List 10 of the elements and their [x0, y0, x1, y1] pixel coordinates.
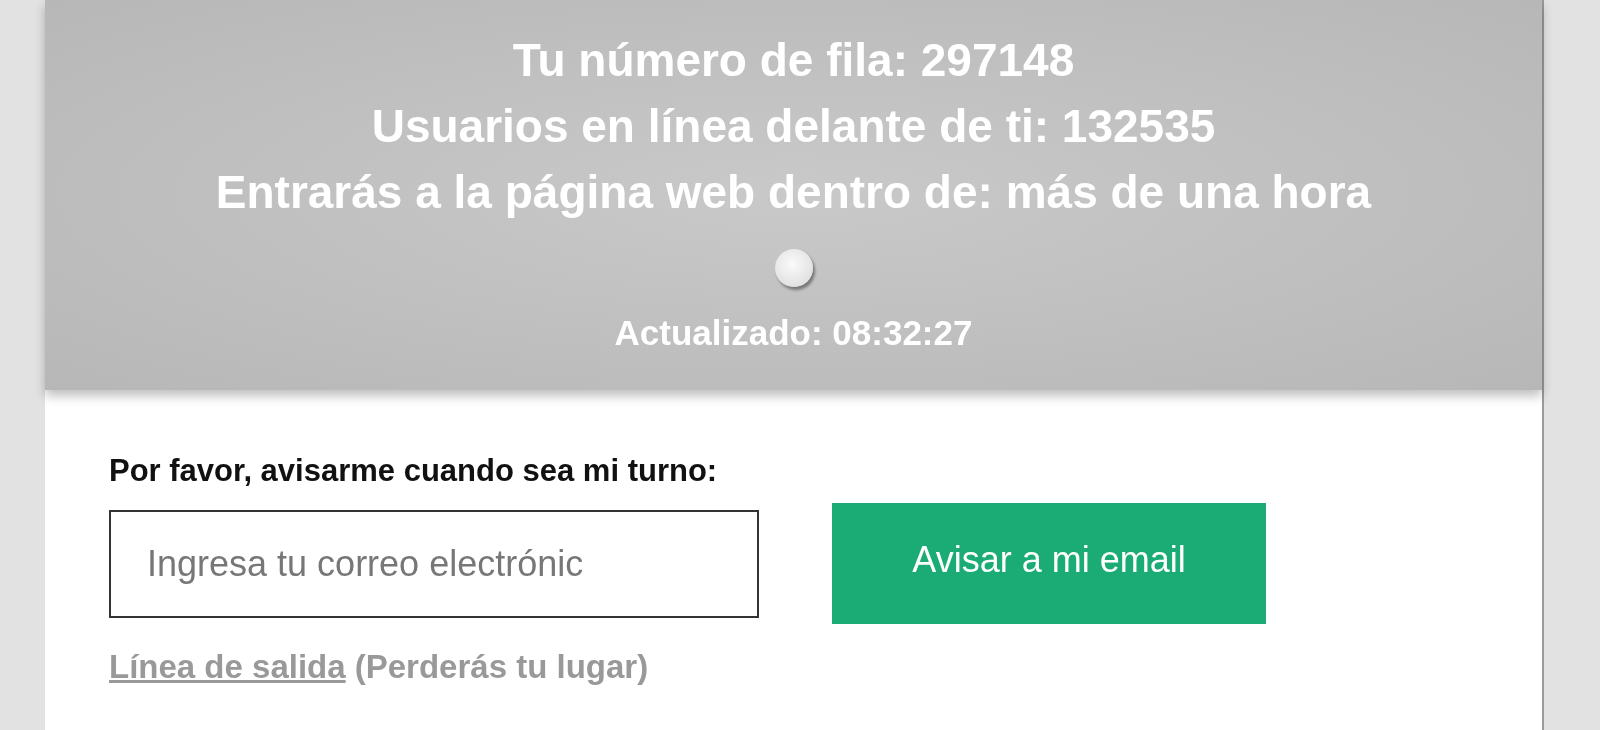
queue-info-text: Usuarios en línea delante de ti: 132535	[371, 99, 1216, 154]
exit-link[interactable]: Línea de salida	[109, 648, 346, 685]
loading-indicator-icon	[774, 249, 813, 287]
updated-time-text: Actualizado: 08:32:27	[614, 313, 973, 353]
queue-info-text: Tu número de fila: 297148	[512, 33, 1075, 88]
notify-label: Por favor, avisarme cuando sea mi turno:	[109, 453, 719, 489]
exit-text: Línea de salida (Perderás tu lugar)	[109, 648, 650, 686]
notify-button[interactable]: Avisar a mi email	[832, 503, 1266, 624]
email-field[interactable]: Ingresa tu correo electrónic	[109, 509, 759, 618]
queue-info-text: Entrarás a la página web dentro de: más de una hora	[215, 165, 1372, 220]
